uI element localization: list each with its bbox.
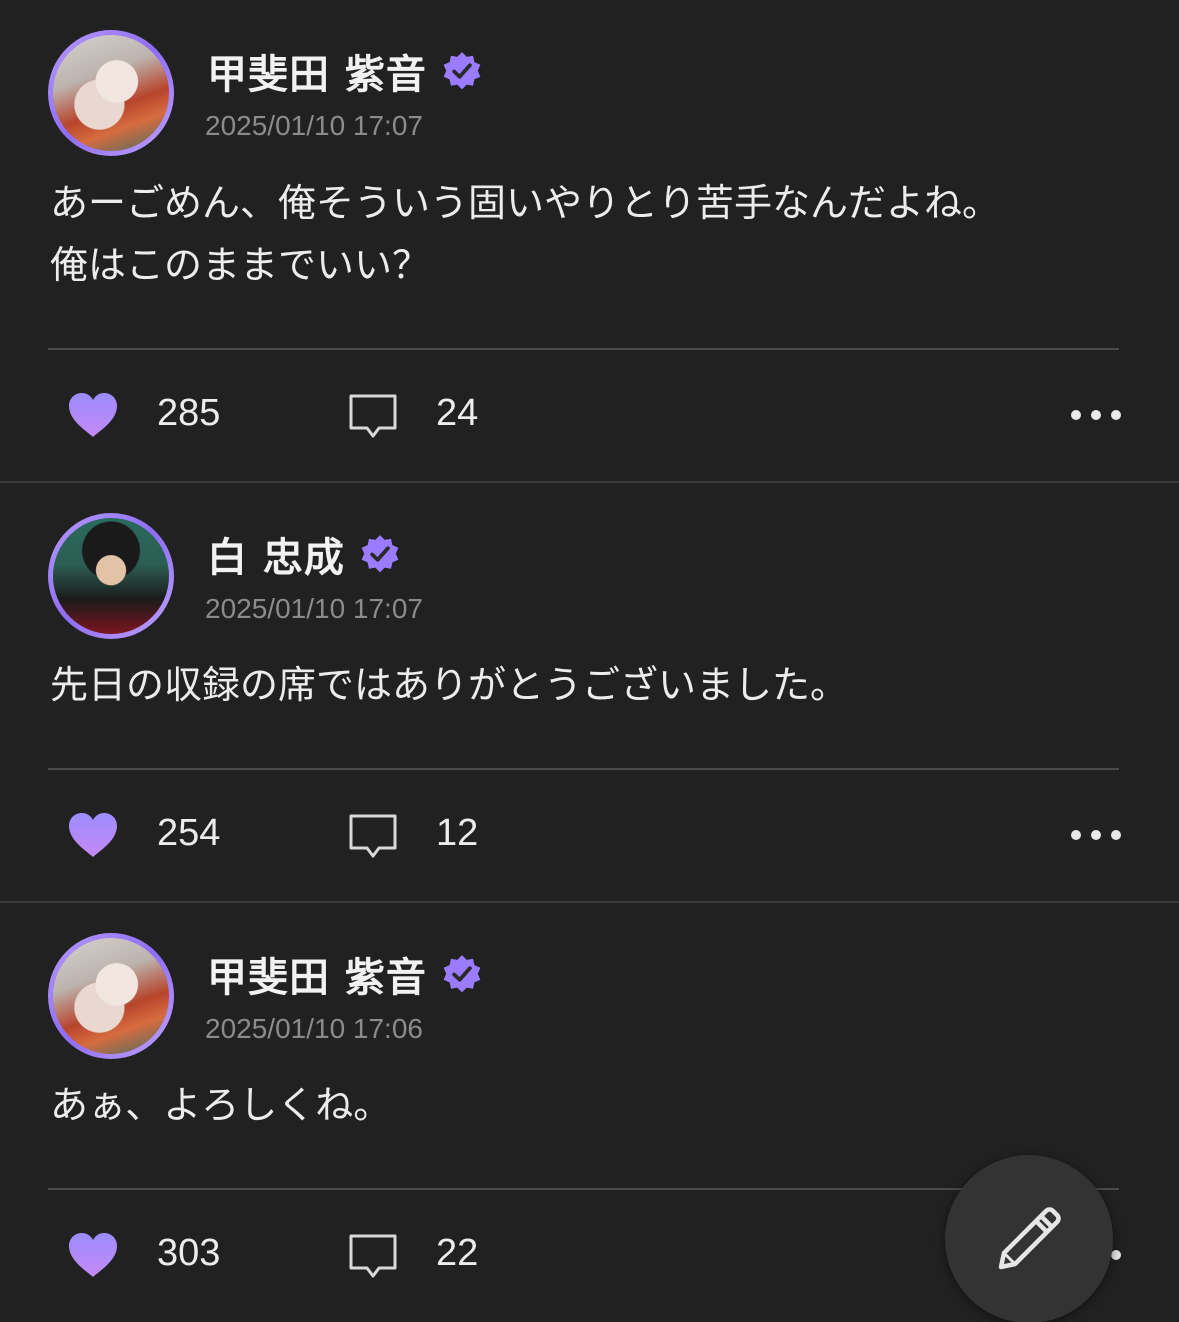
divider [48, 768, 1119, 770]
like-count: 254 [157, 812, 221, 854]
author-name[interactable]: 甲斐田 紫音 [207, 42, 427, 100]
post-feed: 甲斐田 紫音 2025/01/10 17:07 あーごめん、俺そういう固いやりと… [0, 0, 1179, 1322]
post-actions: 254 12 [0, 810, 1179, 870]
comment-count: 24 [436, 392, 479, 434]
comment-bubble-icon[interactable] [346, 810, 400, 862]
verified-badge-icon [443, 52, 481, 90]
post-actions: 285 24 [0, 390, 1179, 450]
like-count: 285 [157, 392, 221, 434]
divider [48, 1188, 1119, 1190]
more-dots-icon[interactable] [1068, 828, 1124, 842]
heart-icon[interactable] [66, 390, 120, 440]
heart-icon[interactable] [66, 810, 120, 860]
verified-badge-icon [443, 955, 481, 993]
post-text: あーごめん、俺そういう固いやりとり苦手なんだよね。 俺はこのままでいい？ [50, 181, 1001, 287]
post-card[interactable]: 白 忠成 2025/01/10 17:07 先日の収録の席ではありがとうございま… [0, 483, 1179, 903]
divider [48, 348, 1119, 350]
post-timestamp: 2025/01/10 17:07 [205, 110, 423, 141]
author-name[interactable]: 白 忠成 [207, 525, 345, 583]
comment-count: 12 [436, 812, 479, 854]
like-count: 303 [157, 1232, 221, 1274]
post-card[interactable]: 甲斐田 紫音 2025/01/10 17:07 あーごめん、俺そういう固いやりと… [0, 0, 1179, 483]
comment-count: 22 [436, 1232, 479, 1274]
author-name[interactable]: 甲斐田 紫音 [207, 945, 427, 1003]
heart-icon[interactable] [66, 1230, 120, 1280]
compose-button[interactable] [945, 1155, 1113, 1322]
more-dots-icon[interactable] [1068, 408, 1124, 422]
avatar[interactable] [48, 933, 174, 1059]
post-timestamp: 2025/01/10 17:06 [205, 1013, 423, 1044]
comment-bubble-icon[interactable] [346, 390, 400, 442]
avatar[interactable] [48, 30, 174, 156]
post-timestamp: 2025/01/10 17:07 [205, 593, 423, 624]
avatar[interactable] [48, 513, 174, 639]
verified-badge-icon [361, 535, 399, 573]
comment-bubble-icon[interactable] [346, 1230, 400, 1282]
pencil-icon [998, 1207, 1061, 1270]
post-text: あぁ、よろしくね。 [50, 1083, 392, 1127]
post-text: 先日の収録の席ではありがとうございました。 [50, 663, 849, 707]
